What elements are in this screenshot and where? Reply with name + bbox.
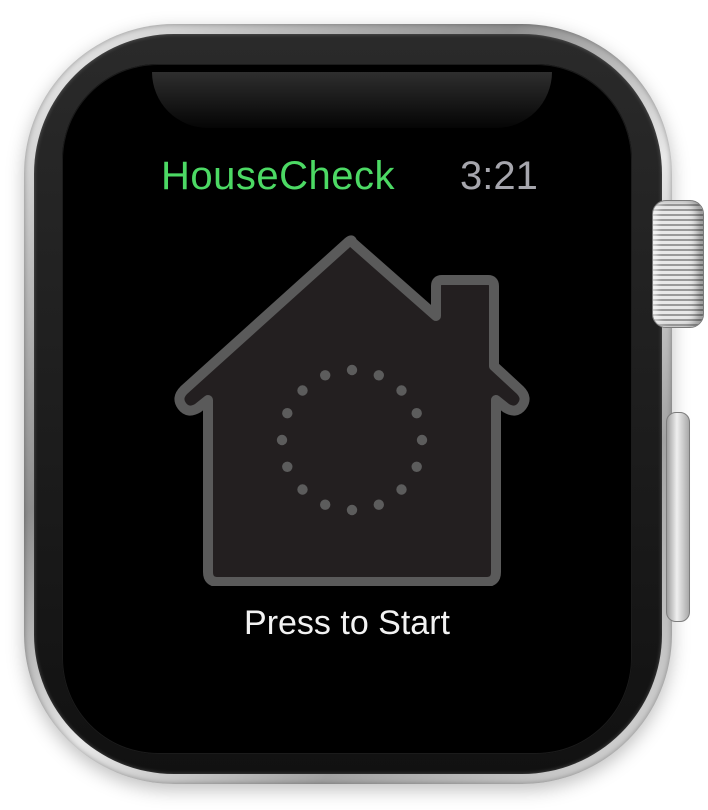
house-shape <box>174 235 530 586</box>
side-button[interactable] <box>666 412 690 622</box>
start-button[interactable] <box>166 220 538 586</box>
digital-crown[interactable] <box>652 200 704 328</box>
watch-stage: HouseCheck 3:21 Press to Start <box>0 0 708 810</box>
glass-reflection <box>152 72 552 128</box>
home-icon <box>174 235 530 586</box>
clock-time: 3:21 <box>460 154 538 198</box>
watch-screen: HouseCheck 3:21 Press to Start <box>62 64 632 754</box>
app-title: HouseCheck <box>161 154 396 198</box>
start-label[interactable]: Press to Start <box>62 604 632 643</box>
